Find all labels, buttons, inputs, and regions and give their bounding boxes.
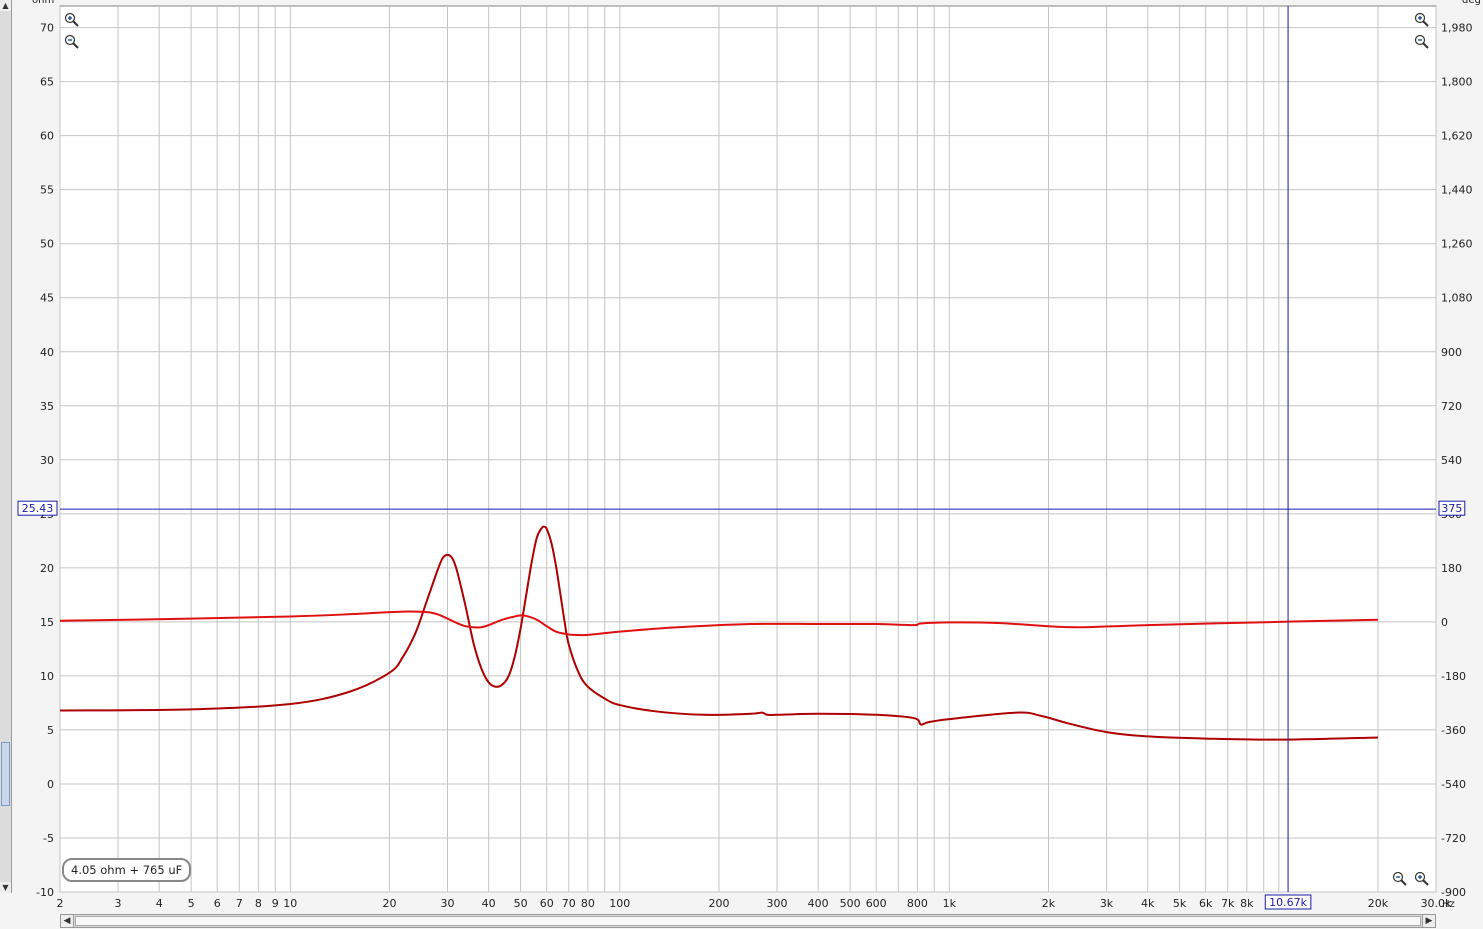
y-right-tick-label: 1,260 (1441, 238, 1473, 251)
y-left-tick-label: -5 (43, 832, 54, 845)
y-left-tick-label: 0 (47, 778, 54, 791)
x-tick-label: 1k (943, 897, 957, 910)
y-right-tick-label: 1,620 (1441, 130, 1473, 143)
y-left-tick-label: -10 (36, 886, 54, 899)
y-right-tick-label: -360 (1441, 724, 1466, 737)
y-right-tick-label: -540 (1441, 778, 1466, 791)
x-tick-label: 4 (156, 897, 163, 910)
y-right-tick-label: -720 (1441, 832, 1466, 845)
y-left-tick-label: 50 (40, 238, 54, 251)
y-right-tick-label: 900 (1441, 346, 1462, 359)
cursor-y-right-label: 375 (1441, 502, 1462, 515)
x-tick-label: 500 (840, 897, 861, 910)
y-left-tick-label: 30 (40, 454, 54, 467)
y-right-tick-label: 1,800 (1441, 76, 1473, 89)
x-tick-label: 6 (214, 897, 221, 910)
y-left-tick-label: 10 (40, 670, 54, 683)
x-tick-label: 20k (1368, 897, 1389, 910)
x-tick-label: 7 (236, 897, 243, 910)
x-tick-label: 9 (272, 897, 279, 910)
x-tick-label: 5 (188, 897, 195, 910)
scroll-right-icon[interactable]: ▶ (1422, 915, 1435, 927)
x-tick-label: 800 (907, 897, 928, 910)
x-tick-label: 8k (1240, 897, 1254, 910)
y-right-unit-label: deg (1462, 0, 1481, 6)
x-tick-label: 30 (441, 897, 455, 910)
y-right-tick-label: 0 (1441, 616, 1448, 629)
scroll-left-icon[interactable]: ◀ (61, 915, 74, 927)
y-left-unit-label: ohm (32, 0, 54, 6)
x-tick-label: 50 (514, 897, 528, 910)
horizontal-scrollbar[interactable]: ◀ ▶ (60, 914, 1436, 928)
y-left-tick-label: 55 (40, 184, 54, 197)
y-right-tick-label: 540 (1441, 454, 1462, 467)
x-tick-label: 100 (609, 897, 630, 910)
y-left-tick-label: 35 (40, 400, 54, 413)
x-tick-labels: 2 3 4 5 6 7 8 9 10 20 30 40 50 60 70 80 100 200 300 400 500 6… (57, 897, 1453, 910)
y-right-tick-label: -180 (1441, 670, 1466, 683)
x-unit-label: Hz (1442, 899, 1455, 910)
y-left-tick-labels: 7065605550454035302520151050-5-10 (36, 22, 54, 899)
x-tick-label: 2k (1042, 897, 1056, 910)
y-right-tick-label: 720 (1441, 400, 1462, 413)
y-left-tick-label: 15 (40, 616, 54, 629)
x-tick-label: 7k (1221, 897, 1235, 910)
y-right-tick-label: 1,980 (1441, 22, 1473, 35)
x-tick-label: 40 (482, 897, 496, 910)
y-left-tick-label: 70 (40, 22, 54, 35)
y-left-tick-label: 45 (40, 292, 54, 305)
annotation-label: 4.05 ohm + 765 uF (62, 858, 192, 882)
y-right-tick-labels: 1,980 1,800 1,620 1,440 1,260 1,080 900 720 540 3… (1441, 22, 1473, 899)
scroll-up-icon[interactable]: ▲ (0, 0, 11, 11)
y-left-tick-label: 5 (47, 724, 54, 737)
horizontal-scroll-thumb[interactable] (75, 916, 1421, 926)
y-right-tick-label: 1,440 (1441, 184, 1473, 197)
y-left-tick-label: 40 (40, 346, 54, 359)
x-tick-label: 200 (708, 897, 729, 910)
x-tick-label: 6k (1199, 897, 1213, 910)
x-tick-label: 2 (57, 897, 64, 910)
plot-area[interactable] (59, 5, 1437, 893)
x-tick-label: 10 (283, 897, 297, 910)
y-right-tick-label: 180 (1441, 562, 1462, 575)
y-left-tick-label: 20 (40, 562, 54, 575)
x-tick-label: 4k (1141, 897, 1155, 910)
x-tick-label: 70 (562, 897, 576, 910)
scroll-down-icon[interactable]: ▼ (0, 882, 11, 893)
x-tick-label: 5k (1173, 897, 1187, 910)
impedance-chart[interactable]: 7065605550454035302520151050-5-10 1,9801… (0, 0, 1483, 929)
x-tick-label: 3k (1100, 897, 1114, 910)
vertical-scrollbar[interactable]: ▲ ▼ (0, 0, 12, 893)
x-tick-label: 80 (581, 897, 595, 910)
x-tick-label: 20 (382, 897, 396, 910)
cursor-x-label: 10.67k (1269, 896, 1307, 909)
x-tick-label: 300 (767, 897, 788, 910)
y-left-tick-label: 60 (40, 130, 54, 143)
x-tick-label: 400 (808, 897, 829, 910)
x-tick-label: 8 (255, 897, 262, 910)
x-tick-label: 60 (540, 897, 554, 910)
y-left-tick-label: 65 (40, 76, 54, 89)
vertical-scroll-thumb[interactable] (1, 742, 10, 806)
x-tick-label: 600 (866, 897, 887, 910)
cursor-y-left-label: 25.43 (22, 502, 54, 515)
x-tick-label: 3 (115, 897, 122, 910)
y-right-tick-label: 1,080 (1441, 292, 1473, 305)
